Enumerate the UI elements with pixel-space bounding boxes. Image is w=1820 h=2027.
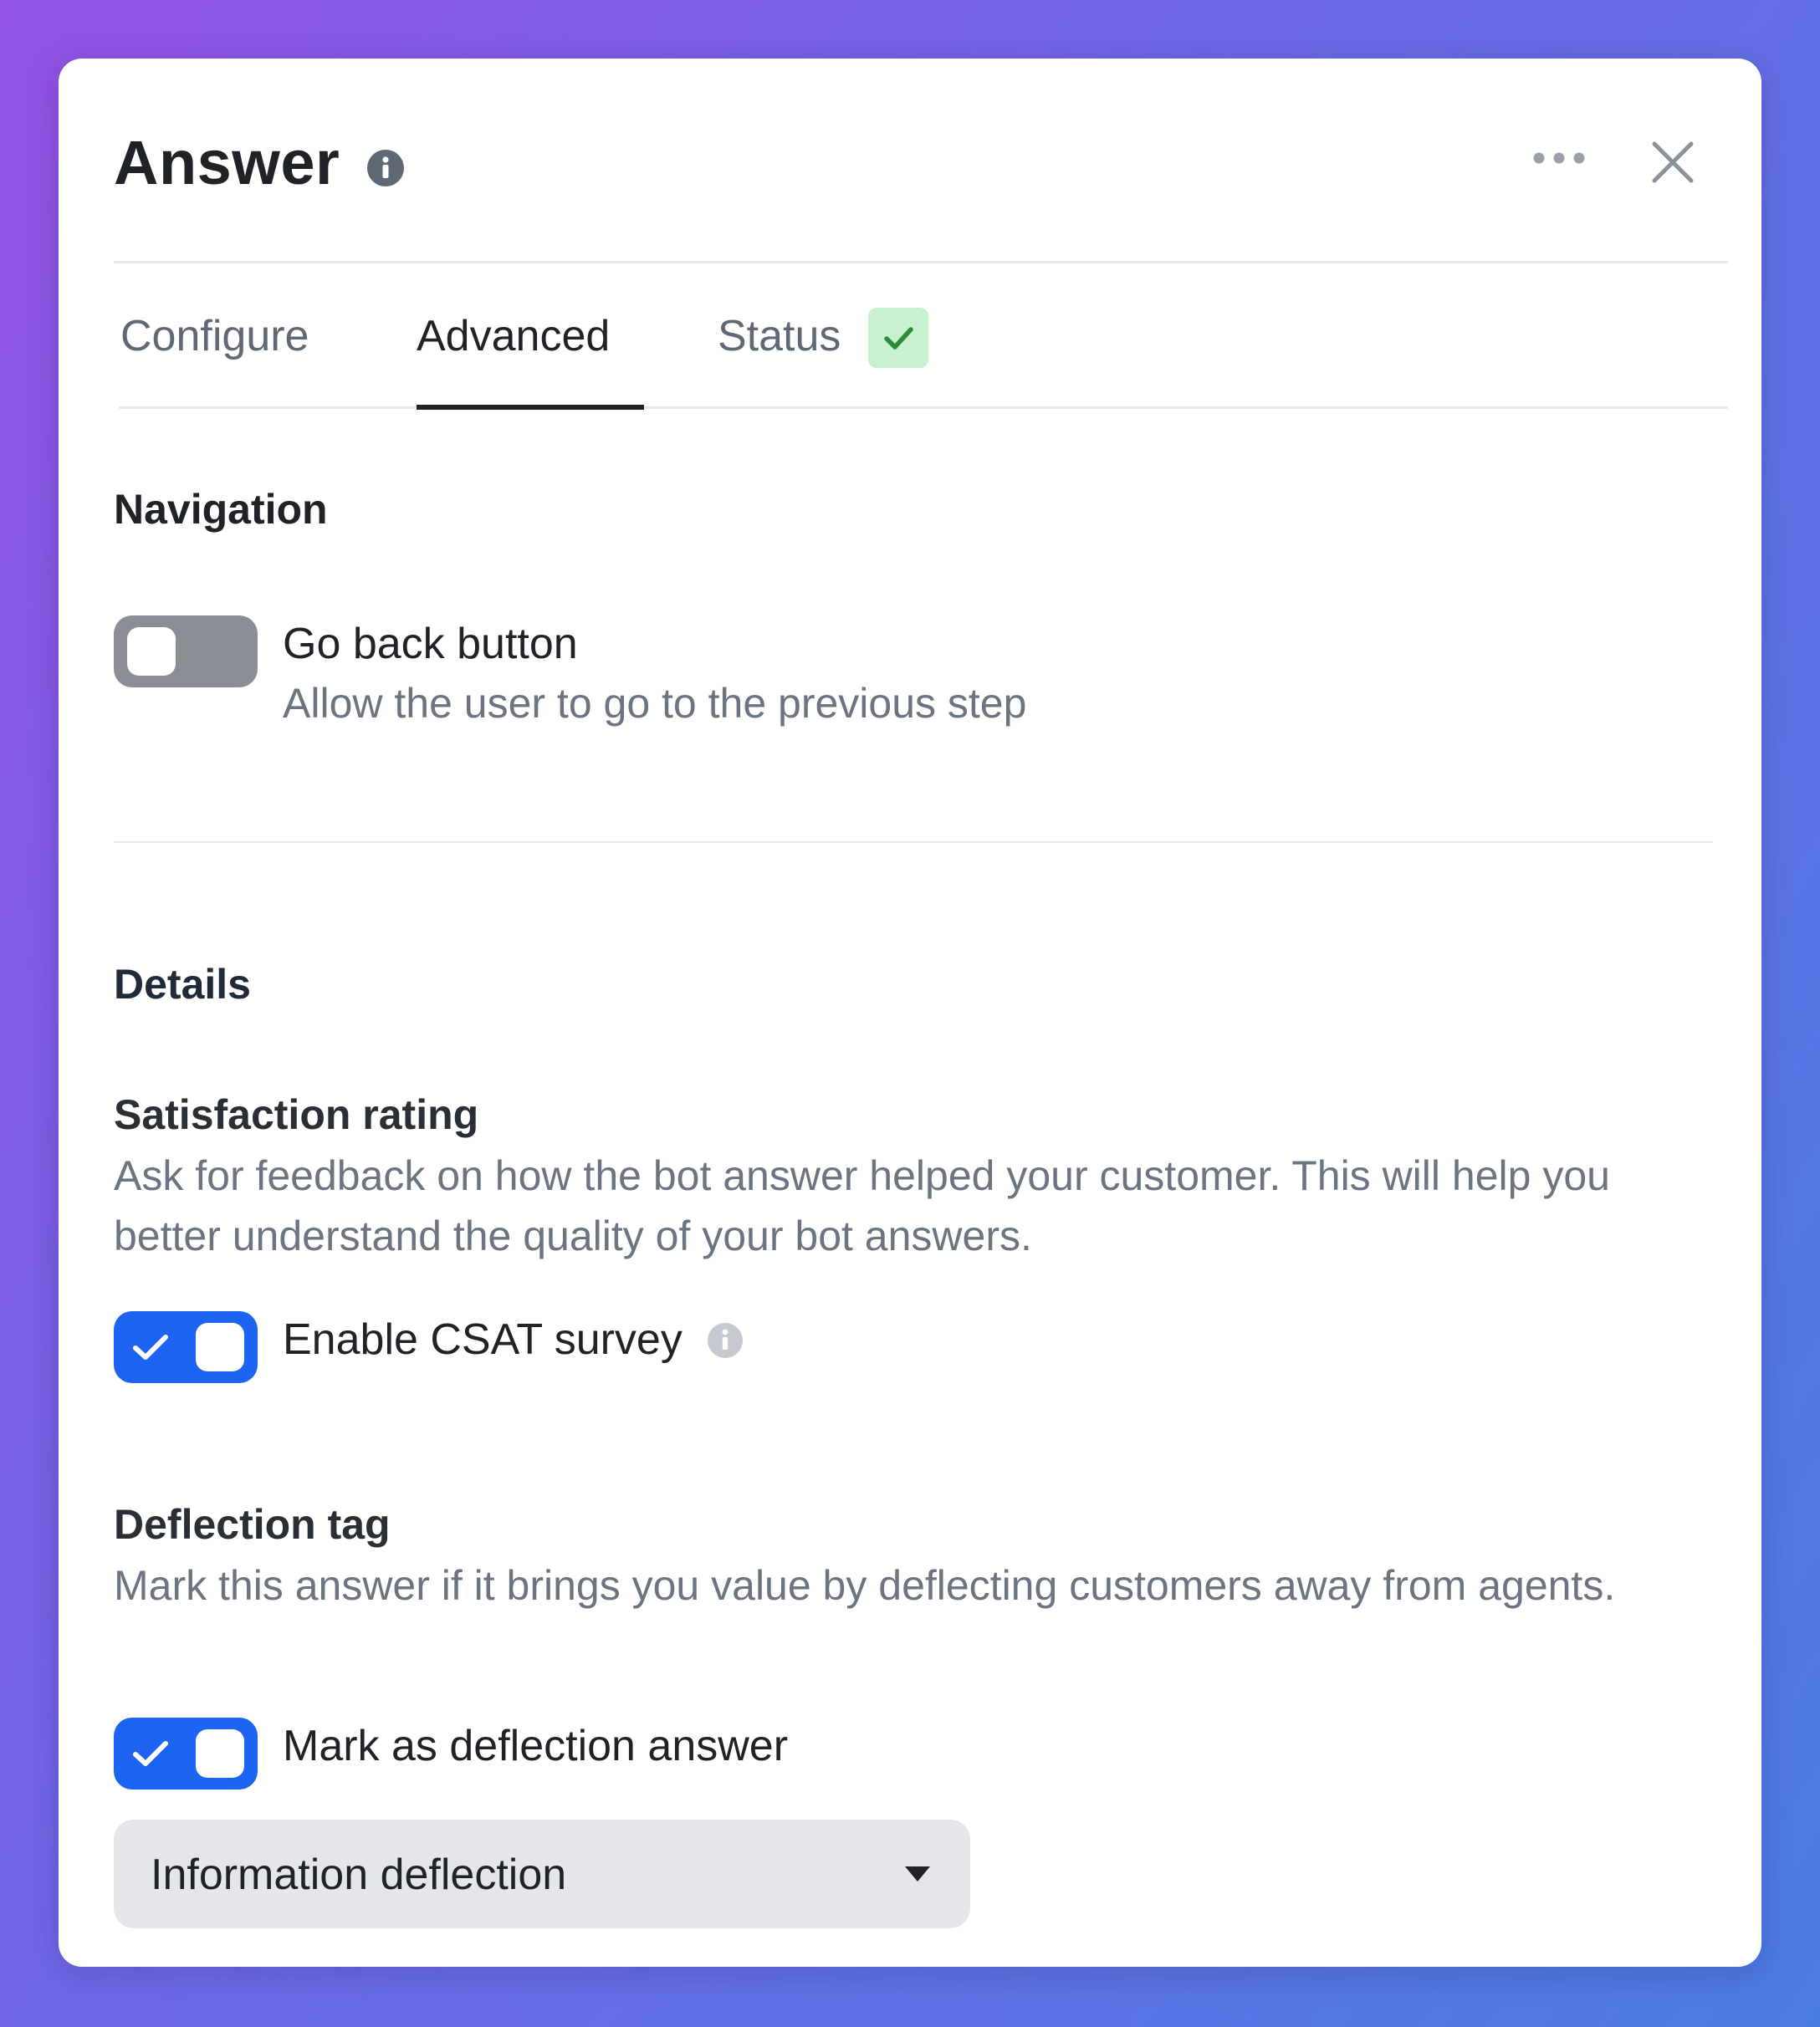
- toggle-knob: [196, 1729, 244, 1778]
- deflection-tag-description: Mark this answer if it brings you value …: [114, 1562, 1616, 1609]
- check-icon: [133, 1741, 168, 1766]
- csat-toggle[interactable]: [114, 1311, 258, 1383]
- csat-info-icon[interactable]: [706, 1321, 744, 1360]
- deflection-toggle[interactable]: [114, 1718, 258, 1790]
- answer-dialog: Answer Configure Advanced Status Navigat…: [59, 59, 1761, 1967]
- go-back-description: Allow the user to go to the previous ste…: [283, 680, 1027, 727]
- satisfaction-rating-title: Satisfaction rating: [114, 1091, 479, 1138]
- section-divider: [114, 841, 1713, 843]
- dialog-title: Answer: [114, 128, 340, 197]
- deflection-type-select[interactable]: Information deflection: [114, 1820, 970, 1928]
- deflection-toggle-label: Mark as deflection answer: [283, 1722, 789, 1770]
- tabs-divider: [119, 406, 1728, 409]
- csat-toggle-label: Enable CSAT survey: [283, 1315, 682, 1364]
- close-icon: [1652, 141, 1694, 183]
- check-icon: [133, 1335, 168, 1360]
- close-button[interactable]: [1648, 137, 1698, 187]
- toggle-knob: [196, 1323, 244, 1371]
- active-tab-indicator: [417, 405, 644, 410]
- satisfaction-rating-description: Ask for feedback on how the bot answer h…: [114, 1152, 1610, 1259]
- details-section-title: Details: [114, 961, 251, 1008]
- go-back-label: Go back button: [283, 620, 578, 668]
- caret-down-icon: [905, 1866, 930, 1881]
- check-icon: [884, 327, 913, 350]
- tab-advanced[interactable]: Advanced: [417, 311, 610, 361]
- tab-configure[interactable]: Configure: [120, 311, 309, 361]
- more-horizontal-icon: [1533, 152, 1585, 164]
- go-back-toggle[interactable]: [114, 615, 258, 687]
- status-check-badge: [868, 308, 928, 368]
- navigation-section-title: Navigation: [114, 486, 328, 533]
- info-icon[interactable]: [366, 149, 405, 187]
- header-divider: [114, 261, 1728, 263]
- more-options-button[interactable]: [1527, 137, 1591, 179]
- tab-status[interactable]: Status: [718, 311, 841, 361]
- deflection-tag-title: Deflection tag: [114, 1501, 391, 1548]
- deflection-type-value: Information deflection: [151, 1851, 567, 1899]
- toggle-knob: [127, 627, 176, 676]
